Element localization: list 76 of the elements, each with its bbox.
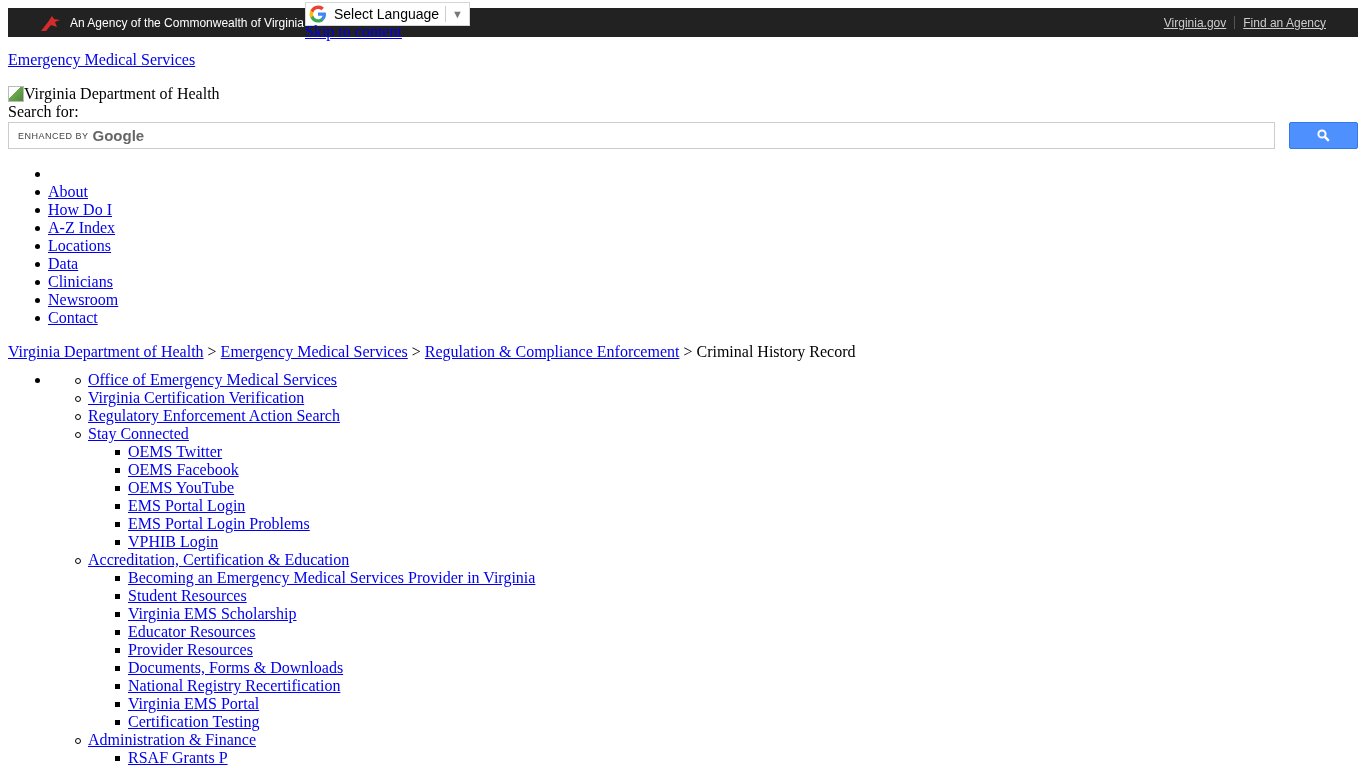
breadcrumb-link[interactable]: Emergency Medical Services [220,343,408,361]
nav-link[interactable]: Locations [48,237,112,254]
sidebar-link[interactable]: OEMS Twitter [128,443,223,460]
sidebar-link[interactable]: OEMS YouTube [128,479,235,496]
bullet-icon [115,684,120,689]
nav-link[interactable]: About [48,183,88,200]
sidebar-link[interactable]: Regulatory Enforcement Action Search [88,407,340,424]
nav-link[interactable]: A-Z Index [48,219,116,236]
google-g-icon [309,5,327,23]
sidebar-link[interactable]: RSAF Grants P [128,749,228,766]
sidebar-link[interactable]: Virginia EMS Portal [128,695,260,712]
bullet-icon [115,702,120,707]
breadcrumb-current: Criminal History Record [696,343,856,361]
bullet-icon [115,666,120,671]
bullet-icon [115,468,120,473]
nav-link[interactable]: Newsroom [48,291,119,308]
nav-link[interactable]: Contact [48,309,98,326]
nav-link[interactable]: Data [48,255,79,272]
bullet-icon [115,504,120,509]
sidebar-link[interactable]: Educator Resources [128,623,256,640]
search-icon [1317,129,1330,142]
bullet-icon [35,190,40,195]
bullet-icon [35,244,40,249]
breadcrumb-separator: > [683,343,693,361]
bullet-icon [35,262,40,267]
sidebar-link[interactable]: Documents, Forms & Downloads [128,659,344,676]
sidebar-link[interactable]: Accreditation, Certification & Education [88,551,350,568]
sidebar-link[interactable]: Virginia EMS Scholarship [128,605,297,622]
bullet-icon [35,226,40,231]
bullet-icon [35,208,40,213]
nav-link[interactable]: Clinicians [48,273,113,290]
sidebar-link[interactable]: Administration & Finance [88,731,256,748]
bullet-icon [35,280,40,285]
bullet-icon [115,756,120,761]
bullet-icon [115,540,120,545]
bullet-icon [115,594,120,599]
bullet-icon [115,576,120,581]
bullet-icon [35,378,40,383]
header-link[interactable]: Find an Agency [1243,13,1326,32]
bullet-icon [115,612,120,617]
bullet-icon [35,298,40,303]
enhanced-by-text: ENHANCED BY [18,129,89,143]
breadcrumb-separator: > [411,343,421,361]
bullet-icon [35,172,40,177]
sidebar-link[interactable]: OEMS Facebook [128,461,239,478]
search-label: Search for: [8,103,80,121]
site-title-link[interactable]: Emergency Medical Services [8,51,196,68]
header-link[interactable]: Virginia.gov [1163,13,1227,32]
sidebar-link[interactable]: Becoming an Emergency Medical Services Provider in Virginia [128,569,536,586]
breadcrumb-link[interactable]: Virginia Department of Health [8,343,204,361]
agency-text: An Agency of the Commonwealth of Virginia [70,14,304,32]
sidebar-link[interactable]: EMS Portal Login Problems [128,515,310,532]
breadcrumb-separator: > [207,343,217,361]
logo-image: Virginia Department of Health [8,85,1358,103]
sidebar-link[interactable]: Provider Resources [128,641,253,658]
bullet-icon [115,522,120,527]
bullet-icon [115,450,120,455]
bullet-icon [35,316,40,321]
sidebar-link[interactable]: Certification Testing [128,713,260,730]
sidebar-link[interactable]: Stay Connected [88,425,189,442]
sidebar-link[interactable]: Student Resources [128,587,247,604]
bullet-icon [115,486,120,491]
bullet-icon [115,648,120,653]
bullet-icon [115,720,120,725]
sidebar-link[interactable]: Virginia Certification Verification [88,389,305,406]
search-field[interactable]: ENHANCED BY Google [8,122,1275,149]
bullet-icon [115,630,120,635]
sidebar-link[interactable]: EMS Portal Login [128,497,246,514]
sidebar-link[interactable]: Office of Emergency Medical Services [88,371,338,388]
language-select[interactable]: Select Language ▼ [305,2,470,26]
google-text: Google [92,126,145,145]
search-button[interactable] [1289,122,1358,149]
nav-link[interactable]: How Do I [48,201,112,218]
sidebar-link[interactable]: VPHIB Login [128,533,219,550]
sidebar-link[interactable]: National Registry Recertification [128,677,341,694]
breadcrumb-link[interactable]: Regulation & Compliance Enforcement [424,343,680,361]
